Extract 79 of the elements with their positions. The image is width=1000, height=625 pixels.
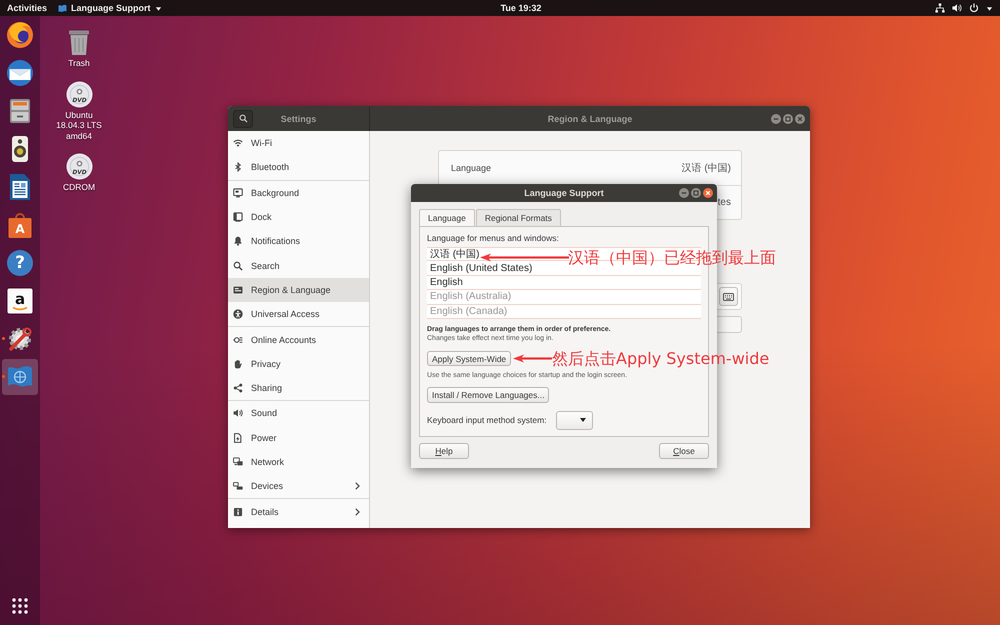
apply-button[interactable]: Apply System-Wide	[427, 350, 512, 366]
sidebar-item[interactable]: Sharing	[228, 376, 369, 400]
hand-icon	[233, 358, 243, 369]
app-menu-button[interactable]: Language Support	[57, 0, 163, 16]
sidebar-item[interactable]: Search	[228, 253, 369, 278]
window-icon	[233, 212, 243, 222]
keyboard-button[interactable]	[719, 287, 738, 306]
speaker-icon	[233, 408, 243, 418]
close-button[interactable]	[703, 188, 713, 198]
bell-icon	[233, 236, 243, 246]
sidebar-item[interactable]: Sound	[228, 401, 369, 426]
sidebar-title: Settings	[280, 114, 318, 124]
network-icon	[935, 3, 945, 13]
window-title: Language Support	[524, 188, 604, 198]
sidebar-item[interactable]: Wi-Fi	[228, 131, 369, 156]
minimize-button[interactable]	[679, 188, 689, 198]
sidebar-item[interactable]: Bluetooth	[228, 155, 369, 180]
language-item[interactable]: English (United States)	[428, 262, 534, 275]
icon-label[interactable]: Ubuntu 18.04.3 LTS amd64	[54, 110, 104, 141]
search-button[interactable]	[233, 110, 253, 128]
search-icon	[238, 114, 248, 123]
sidebar-item[interactable]: Devices	[228, 474, 369, 498]
sidebar-item[interactable]: Online Accounts	[228, 327, 369, 352]
language-item[interactable]: 汉语 (中国)	[428, 248, 482, 261]
flag-icon	[58, 4, 68, 12]
setting-label: Language	[451, 163, 492, 173]
field-label: Keyboard input method system:	[427, 415, 547, 426]
input-method-dropdown[interactable]	[556, 410, 593, 430]
sidebar-item[interactable]: Universal Access	[228, 302, 369, 326]
sidebar-item[interactable]: Region & Language	[228, 278, 369, 302]
ring-lines-icon	[233, 334, 243, 345]
volume-icon	[952, 3, 962, 13]
sidebar-item[interactable]: Network	[228, 450, 369, 474]
annotation-text: 然后点击Apply System-wide	[552, 349, 770, 369]
search-icon	[233, 260, 243, 271]
document-bolt-icon	[233, 432, 243, 443]
sidebar-item[interactable]: Background	[228, 180, 369, 205]
sidebar-item[interactable]: Power	[228, 426, 369, 450]
close-dialog-button[interactable]: Close	[659, 443, 709, 459]
sidebar-item[interactable]: Details	[228, 499, 369, 524]
install-button[interactable]: Install / Remove Languages...	[427, 387, 550, 403]
list-label: Language for menus and windows:	[427, 233, 559, 243]
tab[interactable]: Regional Formats	[476, 209, 561, 226]
stacked-rectangles-icon	[233, 481, 243, 492]
caret-icon	[154, 4, 162, 12]
maximize-button[interactable]	[783, 114, 793, 124]
monitor-icon	[233, 188, 243, 198]
setting-value: 汉语 (中国)	[682, 162, 731, 175]
window-title: Region & Language	[548, 114, 632, 124]
caret-icon	[986, 4, 993, 12]
trash-can-icon[interactable]	[66, 28, 92, 56]
sidebar-item[interactable]: Dock	[228, 204, 369, 230]
gear-wrench-icon	[6, 325, 34, 353]
annotation-arrow	[513, 354, 552, 363]
wifi-icon	[233, 138, 243, 148]
minimize-button[interactable]	[771, 114, 781, 124]
computers-icon	[233, 457, 243, 467]
envelope-circle-icon	[6, 59, 34, 87]
sidebar-item[interactable]: Notifications	[228, 229, 369, 254]
setting-value: tes	[718, 197, 731, 208]
clock-button[interactable]: Tue 19:32	[500, 0, 542, 16]
language-item[interactable]: English	[428, 276, 465, 289]
tab[interactable]: Language	[419, 209, 475, 226]
person-circle-icon	[233, 309, 243, 320]
keyboard-icon	[723, 292, 734, 300]
help-button[interactable]: Help	[419, 443, 469, 459]
grid-icon	[11, 597, 29, 615]
flame-globe-icon	[6, 21, 34, 49]
bluetooth-icon	[233, 162, 243, 172]
sidebar-item[interactable]: Privacy	[228, 352, 369, 376]
activities-button[interactable]: Activities	[6, 0, 48, 16]
share-icon	[233, 383, 243, 394]
annotation-text: 汉语（中国）已经拖到最上面	[568, 248, 776, 268]
icon-label[interactable]: Trash	[54, 58, 104, 68]
icon-label[interactable]: CDROM	[54, 182, 104, 192]
card-icon	[233, 284, 243, 295]
info-icon	[233, 506, 243, 517]
caret-icon	[580, 418, 586, 422]
power-icon	[969, 3, 979, 13]
